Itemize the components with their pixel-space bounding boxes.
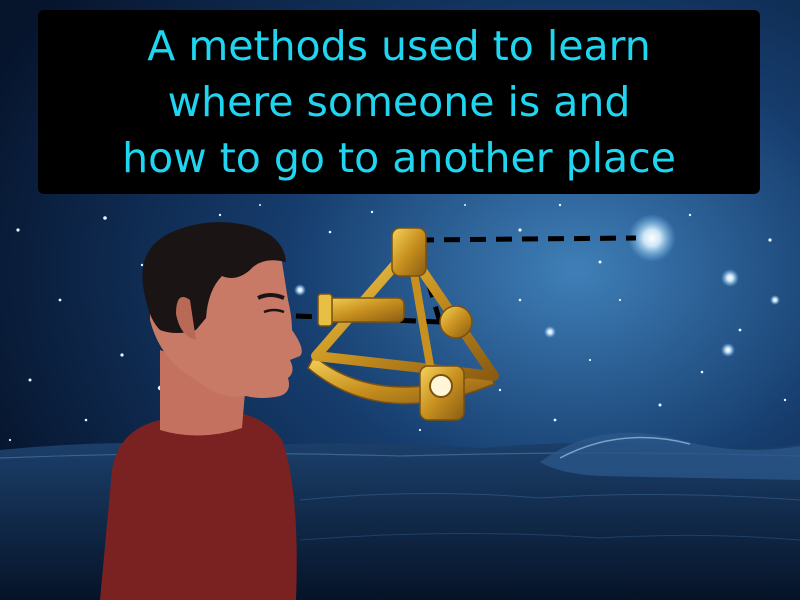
illustration-scene: A methods used to learn where someone is…	[0, 0, 800, 600]
sextant-magnifier	[429, 374, 453, 398]
sextant-eyepiece	[317, 293, 333, 327]
definition-caption-text: A methods used to learn where someone is…	[122, 22, 676, 182]
sextant-telescope	[321, 297, 405, 323]
sextant-horizon-mirror	[439, 305, 473, 339]
shirt	[100, 410, 297, 600]
sextant-index-mirror	[391, 227, 427, 277]
definition-caption-box: A methods used to learn where someone is…	[38, 10, 760, 194]
